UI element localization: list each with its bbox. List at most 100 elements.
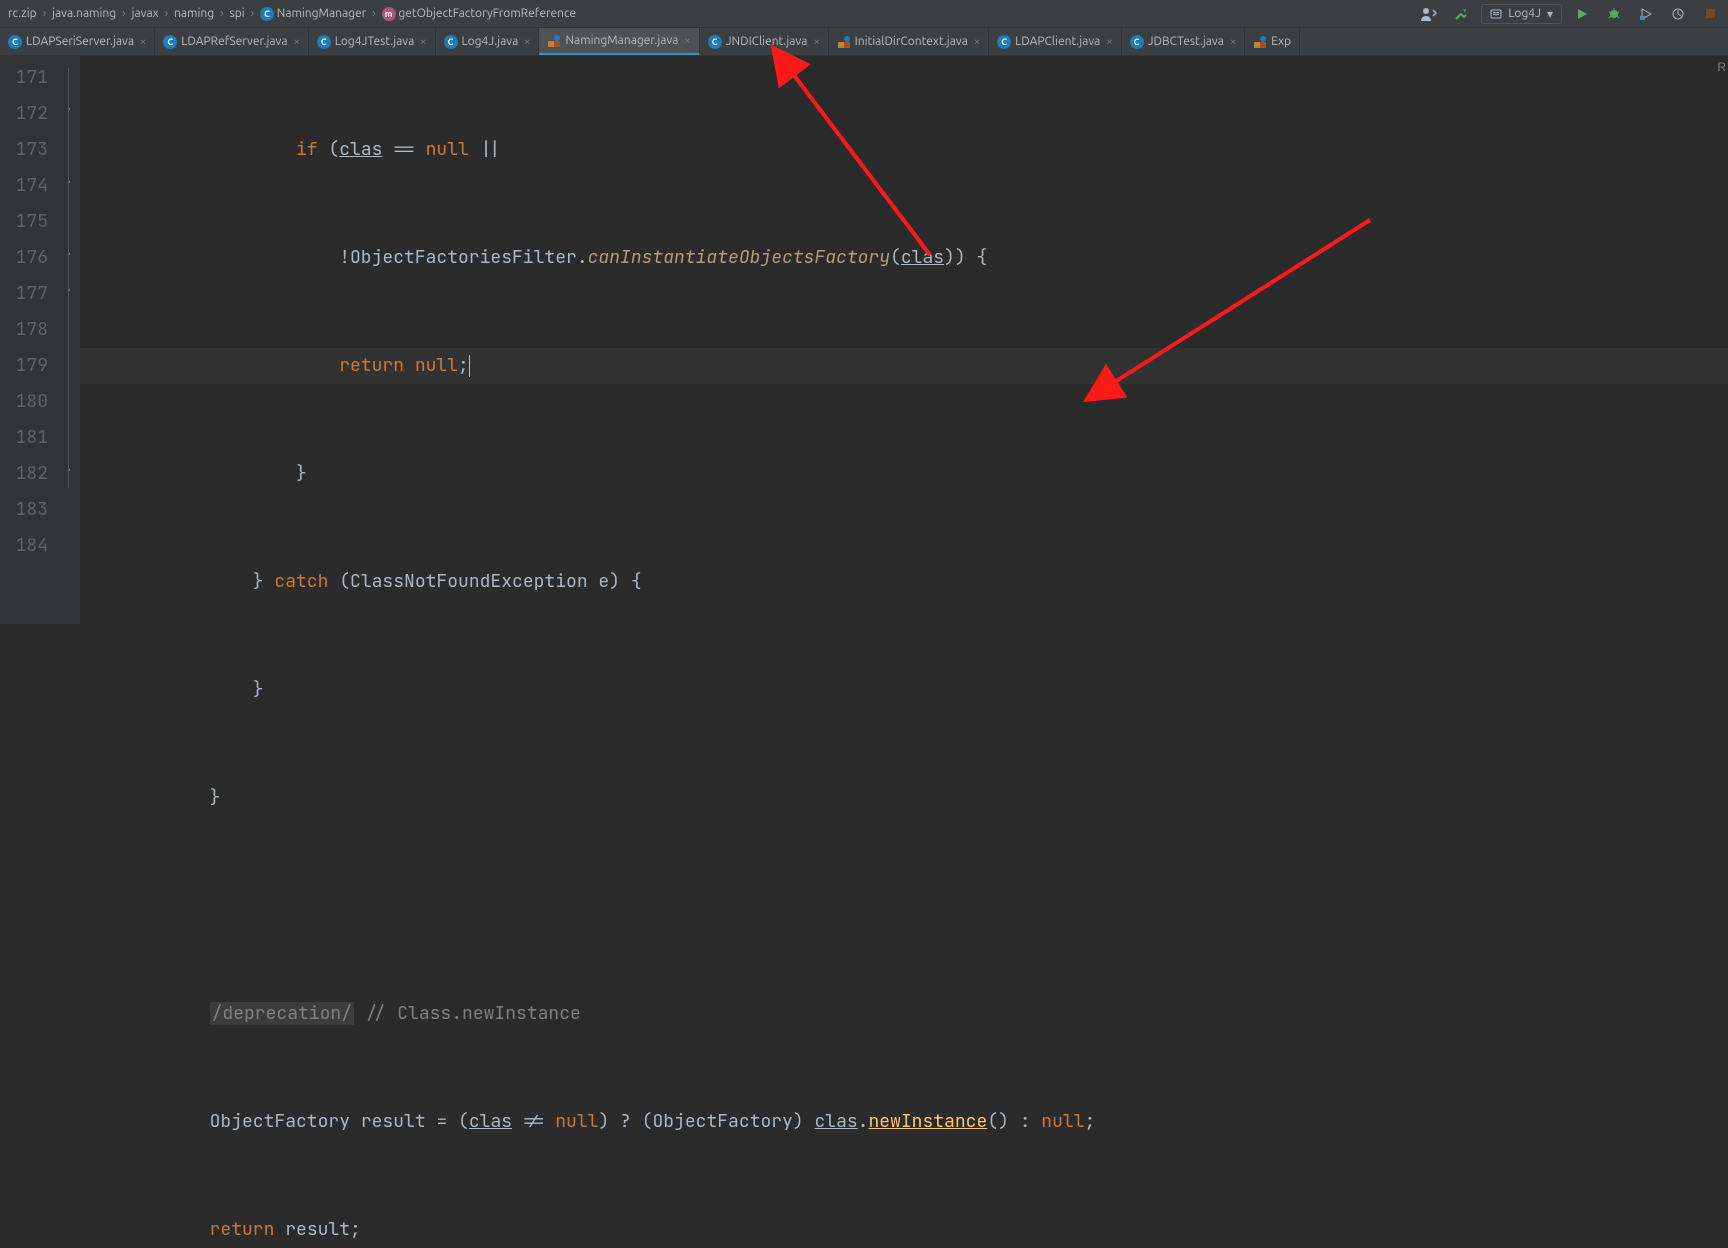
close-icon[interactable]: × <box>420 36 426 48</box>
line-number-gutter: 171 172 173 174 175 176 177 178 179 180 … <box>0 56 60 624</box>
user-switch-button[interactable] <box>1417 2 1441 26</box>
class-icon: C <box>997 35 1011 49</box>
chevron-right-icon: › <box>118 7 129 20</box>
keyword-null: null <box>555 1110 598 1133</box>
tab-label: Log4J.java <box>462 35 519 48</box>
class-icon: C <box>8 35 22 49</box>
keyword-if: if <box>296 138 318 161</box>
close-icon[interactable]: × <box>974 36 980 48</box>
code-line[interactable]: } catch (ClassNotFoundException e) { <box>80 564 1728 600</box>
run-config-select[interactable]: Log4J ▾ <box>1481 4 1562 24</box>
tab-label: JDBCTest.java <box>1148 35 1224 48</box>
tab-label: NamingManager.java <box>565 34 678 47</box>
tab-jdbctest[interactable]: C JDBCTest.java × <box>1122 28 1246 55</box>
method-icon: m <box>382 7 396 21</box>
code-line[interactable]: if (clas == null || <box>80 132 1728 168</box>
tab-namingmanager[interactable]: NamingManager.java × <box>539 28 699 55</box>
code-line[interactable]: } <box>80 780 1728 816</box>
chevron-right-icon: › <box>216 7 227 20</box>
tab-label: LDAPSeriServer.java <box>26 35 134 48</box>
fold-end-icon[interactable]: ▴ <box>63 248 75 260</box>
close-icon[interactable]: × <box>813 36 819 48</box>
chevron-right-icon: › <box>247 7 258 20</box>
keyword-catch: catch <box>274 570 328 593</box>
run-config-icon <box>1490 8 1502 20</box>
class-icon: C <box>708 35 722 49</box>
var-clas: clas <box>814 1110 857 1133</box>
code-line[interactable]: } <box>80 672 1728 708</box>
class-icon: C <box>260 7 274 21</box>
var-clas: clas <box>469 1110 512 1133</box>
deprecation-badge: /deprecation/ <box>210 1002 354 1025</box>
tab-ldapclient[interactable]: C LDAPClient.java × <box>989 28 1121 55</box>
run-config-name: Log4J <box>1508 7 1541 20</box>
code-line[interactable]: ObjectFactory result = (clas != null) ? … <box>80 1104 1728 1140</box>
close-icon[interactable]: × <box>140 36 146 48</box>
code-line[interactable]: return result; <box>80 1212 1728 1248</box>
fold-end-icon[interactable]: ▴ <box>63 176 75 188</box>
toolbar-right: Log4J ▾ <box>1417 2 1722 26</box>
tab-log4jtest[interactable]: C Log4JTest.java × <box>309 28 436 55</box>
chevron-right-icon: › <box>161 7 172 20</box>
run-button[interactable] <box>1570 2 1594 26</box>
breadcrumb-spi[interactable]: spi <box>227 7 246 20</box>
breadcrumb-javax[interactable]: javax <box>130 7 161 20</box>
tab-ldapseriserver[interactable]: C LDAPSeriServer.java × <box>0 28 155 55</box>
var-result: result <box>285 1218 350 1241</box>
fold-end-icon[interactable]: ▴ <box>63 284 75 296</box>
keyword-null: null <box>415 354 458 377</box>
breadcrumb-class-label: NamingManager <box>277 7 366 20</box>
code-line[interactable]: /deprecation/ // Class.newInstance <box>80 996 1728 1032</box>
breadcrumb-bar: rc.zip › java.naming › javax › naming › … <box>0 0 1728 28</box>
keyword-return: return <box>339 354 404 377</box>
tabs-bar: C LDAPSeriServer.java × C LDAPRefServer.… <box>0 28 1728 56</box>
breadcrumb-naming[interactable]: naming <box>172 7 216 20</box>
chevron-down-icon: ▾ <box>1547 7 1553 21</box>
breadcrumb-rc-zip[interactable]: rc.zip <box>6 7 39 20</box>
breadcrumb-class[interactable]: C NamingManager <box>258 7 368 21</box>
close-icon[interactable]: × <box>524 36 530 48</box>
breadcrumb-method-label: getObjectFactoryFromReference <box>398 7 576 20</box>
class-icon: C <box>317 35 331 49</box>
breadcrumb-method[interactable]: m getObjectFactoryFromReference <box>380 7 579 21</box>
class-icon: C <box>1130 35 1144 49</box>
breadcrumb-java-naming[interactable]: java.naming <box>50 7 118 20</box>
fold-marker-icon[interactable]: ▾ <box>63 104 75 116</box>
tab-log4j[interactable]: C Log4J.java × <box>436 28 540 55</box>
code-line[interactable] <box>80 888 1728 924</box>
build-button[interactable] <box>1449 2 1473 26</box>
close-icon[interactable]: × <box>1106 36 1112 48</box>
tab-label: InitialDirContext.java <box>855 35 968 48</box>
close-icon[interactable]: × <box>684 35 690 47</box>
code-editor[interactable]: 171 172 173 174 175 176 177 178 179 180 … <box>0 56 1728 624</box>
close-icon[interactable]: × <box>294 36 300 48</box>
class-icon: C <box>444 35 458 49</box>
tab-label: LDAPClient.java <box>1015 35 1100 48</box>
tab-label: LDAPRefServer.java <box>181 35 287 48</box>
class-ref: ObjectFactoriesFilter <box>350 246 577 269</box>
fold-end-icon[interactable]: ▴ <box>63 464 75 476</box>
tab-truncated[interactable]: Exp <box>1245 28 1300 55</box>
debug-button[interactable] <box>1602 2 1626 26</box>
catch-param: ClassNotFoundException e <box>350 570 609 593</box>
method-call: canInstantiateObjectsFactory <box>588 246 890 269</box>
tab-ldaprefserver[interactable]: C LDAPRefServer.java × <box>155 28 309 55</box>
cast-ref: ObjectFactory <box>652 1110 792 1133</box>
comment: // Class.newInstance <box>365 1002 581 1025</box>
method-call-new-instance: newInstance <box>868 1110 987 1133</box>
var-result: result <box>361 1110 426 1133</box>
code-line-current[interactable]: return null; <box>80 348 1728 384</box>
tab-initialdircontext[interactable]: InitialDirContext.java × <box>829 28 989 55</box>
code-line[interactable]: !ObjectFactoriesFilter.canInstantiateObj… <box>80 240 1728 276</box>
tab-jndiclient[interactable]: C JNDIClient.java × <box>700 28 829 55</box>
tab-label: JNDIClient.java <box>726 35 808 48</box>
code-area[interactable]: if (clas == null || !ObjectFactoriesFilt… <box>80 56 1728 624</box>
close-icon[interactable]: × <box>1230 36 1236 48</box>
coverage-button[interactable] <box>1634 2 1658 26</box>
keyword-null: null <box>1041 1110 1084 1133</box>
code-line[interactable]: } <box>80 456 1728 492</box>
stop-button[interactable] <box>1698 2 1722 26</box>
library-class-icon <box>547 34 561 48</box>
keyword-null: null <box>426 138 469 161</box>
profile-button[interactable] <box>1666 2 1690 26</box>
